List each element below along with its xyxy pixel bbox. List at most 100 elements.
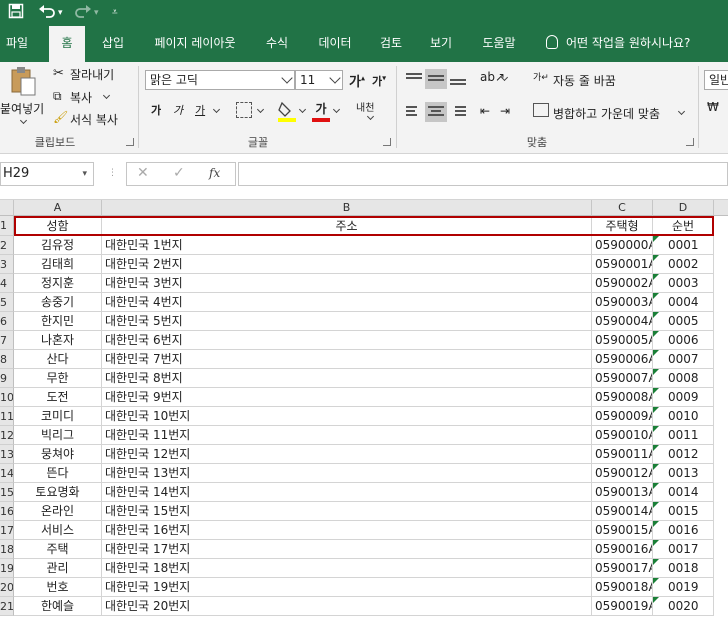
copy-dropdown-icon[interactable]	[102, 91, 111, 100]
cell-sequence[interactable]: 0018	[653, 559, 714, 578]
save-icon[interactable]	[8, 3, 24, 26]
cell-housing-type[interactable]: 0590003A	[592, 293, 653, 312]
paste-button[interactable]: 붙여넣기	[0, 100, 44, 117]
cell-name[interactable]: 무한	[14, 369, 102, 388]
row-header[interactable]: 6	[0, 312, 14, 331]
enter-icon[interactable]: ✓	[173, 165, 185, 181]
header-cell-name[interactable]: 성함	[14, 216, 102, 236]
cell-name[interactable]: 토요명화	[14, 483, 102, 502]
select-all-corner[interactable]	[0, 200, 14, 216]
cell-sequence[interactable]: 0009	[653, 388, 714, 407]
row-header[interactable]: 2	[0, 236, 14, 255]
column-header-a[interactable]: A	[14, 200, 102, 216]
paste-dropdown-icon[interactable]	[19, 116, 28, 125]
decrease-indent-icon[interactable]: ⇤	[480, 104, 490, 118]
cell-address[interactable]: 대한민국 14번지	[102, 483, 592, 502]
cell-sequence[interactable]: 0007	[653, 350, 714, 369]
cell-address[interactable]: 대한민국 3번지	[102, 274, 592, 293]
cell-housing-type[interactable]: 0590012A	[592, 464, 653, 483]
cell-address[interactable]: 대한민국 5번지	[102, 312, 592, 331]
number-format-select[interactable]: 일반	[704, 70, 728, 90]
header-cell-sequence[interactable]: 순번	[653, 216, 714, 236]
cell-housing-type[interactable]: 0590004A	[592, 312, 653, 331]
cell-housing-type[interactable]: 0590010A	[592, 426, 653, 445]
bold-button[interactable]: 가	[151, 102, 161, 118]
cell-sequence[interactable]: 0016	[653, 521, 714, 540]
cell-name[interactable]: 산다	[14, 350, 102, 369]
header-cell-housing-type[interactable]: 주택형	[592, 216, 653, 236]
borders-dropdown-icon[interactable]	[256, 105, 265, 114]
cell-housing-type[interactable]: 0590018A	[592, 578, 653, 597]
column-header-d[interactable]: D	[653, 200, 714, 216]
row-header[interactable]: 9	[0, 369, 14, 388]
cell-address[interactable]: 대한민국 15번지	[102, 502, 592, 521]
font-name-select[interactable]: 맑은 고딕	[145, 70, 295, 90]
font-color-dropdown-icon[interactable]	[332, 105, 341, 114]
cell-sequence[interactable]: 0008	[653, 369, 714, 388]
cell-name[interactable]: 코미디	[14, 407, 102, 426]
cell-address[interactable]: 대한민국 12번지	[102, 445, 592, 464]
align-left-icon[interactable]	[403, 102, 425, 122]
cell-sequence[interactable]: 0010	[653, 407, 714, 426]
cell-housing-type[interactable]: 0590016A	[592, 540, 653, 559]
phonetic-guide-icon[interactable]: 내천	[356, 99, 374, 114]
redo-icon[interactable]	[74, 3, 92, 26]
font-launcher-icon[interactable]	[383, 138, 391, 146]
header-cell-address[interactable]: 주소	[102, 216, 592, 236]
name-box-dropdown-icon[interactable]: ▾	[82, 163, 87, 185]
tab-insert[interactable]: 삽입	[96, 26, 130, 62]
align-bottom-icon[interactable]	[447, 69, 469, 89]
cut-button[interactable]: 잘라내기	[70, 66, 114, 83]
cell-sequence[interactable]: 0019	[653, 578, 714, 597]
worksheet-grid[interactable]: A B C D 1 성함 주소 주택형 순번 2 김유정 대한민국 1번지 05900…	[0, 200, 728, 619]
cell-address[interactable]: 대한민국 20번지	[102, 597, 592, 616]
undo-dropdown-icon[interactable]: ▾	[58, 3, 63, 23]
tab-review[interactable]: 검토	[374, 26, 408, 62]
align-top-icon[interactable]	[403, 69, 425, 89]
cell-name[interactable]: 뜬다	[14, 464, 102, 483]
cell-sequence[interactable]: 0004	[653, 293, 714, 312]
cell-name[interactable]: 관리	[14, 559, 102, 578]
cell-sequence[interactable]: 0005	[653, 312, 714, 331]
borders-icon[interactable]	[236, 102, 252, 118]
cell-name[interactable]: 한지민	[14, 312, 102, 331]
cell-address[interactable]: 대한민국 17번지	[102, 540, 592, 559]
column-header-c[interactable]: C	[592, 200, 653, 216]
cell-name[interactable]: 빅리그	[14, 426, 102, 445]
row-header[interactable]: 17	[0, 521, 14, 540]
increase-indent-icon[interactable]: ⇥	[500, 104, 510, 118]
cell-sequence[interactable]: 0001	[653, 236, 714, 255]
cell-sequence[interactable]: 0006	[653, 331, 714, 350]
cell-name[interactable]: 한예슬	[14, 597, 102, 616]
cell-name[interactable]: 정지훈	[14, 274, 102, 293]
tab-view[interactable]: 보기	[424, 26, 458, 62]
cell-address[interactable]: 대한민국 1번지	[102, 236, 592, 255]
cell-name[interactable]: 번호	[14, 578, 102, 597]
cell-name[interactable]: 서비스	[14, 521, 102, 540]
currency-icon[interactable]: ₩	[707, 100, 719, 114]
merge-center-button[interactable]: 병합하고 가운데 맞춤	[553, 105, 660, 122]
wrap-text-button[interactable]: 자동 줄 바꿈	[553, 72, 616, 89]
customize-qat-icon[interactable]: ⩡	[112, 3, 118, 23]
cell-address[interactable]: 대한민국 4번지	[102, 293, 592, 312]
italic-button[interactable]: 가	[173, 102, 183, 118]
merge-dropdown-icon[interactable]	[677, 107, 686, 116]
row-header[interactable]: 1	[0, 216, 14, 236]
row-header[interactable]: 20	[0, 578, 14, 597]
column-header-b[interactable]: B	[102, 200, 592, 216]
cell-address[interactable]: 대한민국 9번지	[102, 388, 592, 407]
cell-housing-type[interactable]: 0590001A	[592, 255, 653, 274]
cell-address[interactable]: 대한민국 6번지	[102, 331, 592, 350]
cell-housing-type[interactable]: 0590013A	[592, 483, 653, 502]
tab-data[interactable]: 데이터	[312, 26, 358, 62]
undo-icon[interactable]	[38, 3, 56, 26]
row-header[interactable]: 19	[0, 559, 14, 578]
fill-color-icon[interactable]	[278, 100, 296, 122]
underline-dropdown-icon[interactable]	[212, 105, 221, 114]
cell-name[interactable]: 나혼자	[14, 331, 102, 350]
row-header[interactable]: 3	[0, 255, 14, 274]
fill-color-dropdown-icon[interactable]	[298, 105, 307, 114]
format-painter-button[interactable]: 서식 복사	[70, 111, 118, 128]
cell-address[interactable]: 대한민국 7번지	[102, 350, 592, 369]
cell-name[interactable]: 김태희	[14, 255, 102, 274]
